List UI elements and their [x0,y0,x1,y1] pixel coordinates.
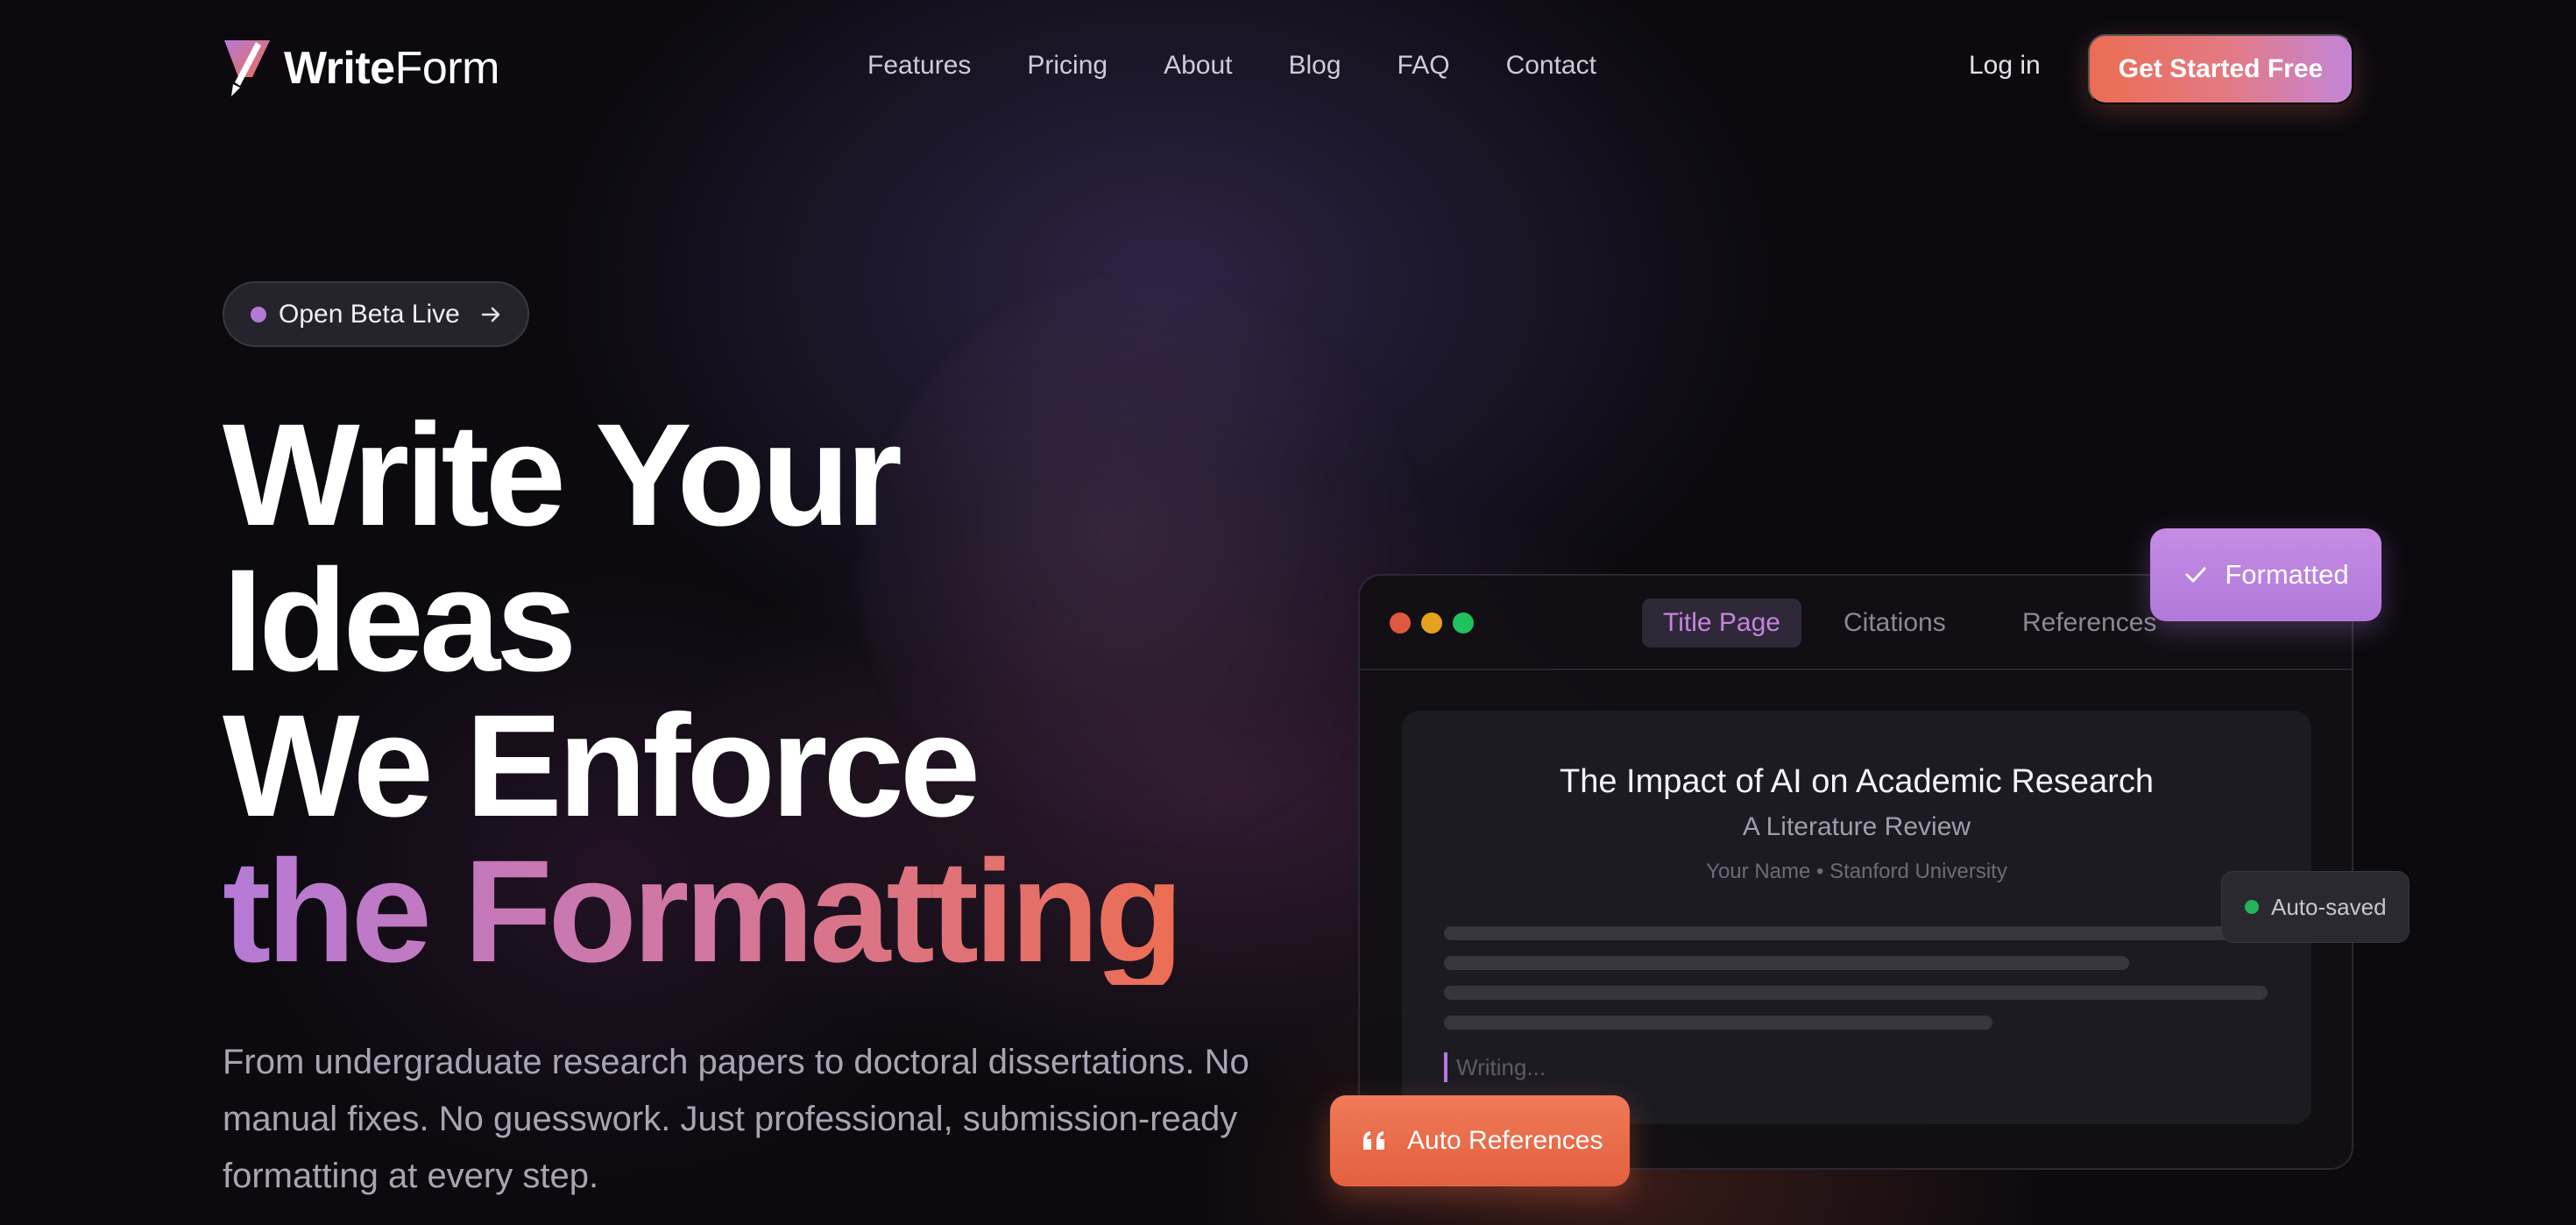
window-close-dot [1390,612,1411,634]
headline-line-3: We Enforce [223,685,980,847]
autosaved-chip: Auto-saved [2221,871,2410,943]
quill-icon [224,40,270,96]
top-navbar: WriteForm Features Pricing About Blog FA… [0,0,2576,140]
status-dot [2245,900,2259,914]
window-maximize-dot [1453,612,1474,634]
tab-title-page[interactable]: Title Page [1642,598,1801,648]
open-beta-badge[interactable]: Open Beta Live [223,281,529,347]
writing-placeholder: Writing... [1456,1053,1546,1080]
headline-line-2: Ideas [223,540,577,702]
text-caret [1444,1052,1447,1082]
autosaved-label: Auto-saved [2271,893,2387,920]
nav-link-blog[interactable]: Blog [1289,51,1341,81]
login-link[interactable]: Log in [1969,51,2041,81]
text-placeholder-line [1444,986,2268,1000]
check-icon [2185,567,2206,583]
text-placeholder-line [1444,926,2268,940]
nav-link-about[interactable]: About [1164,51,1232,81]
formatted-label: Formatted [2225,559,2349,590]
document-author: Your Name • Stanford University [1706,860,2007,883]
document-subtitle: A Literature Review [1742,812,1971,841]
window-minimize-dot [1421,612,1442,634]
headline-line-4: the Formatting [223,831,1184,993]
tab-references[interactable]: References [2022,598,2156,648]
nav-links: Features Pricing About Blog FAQ Contact [867,51,1652,81]
hero-headline: Write Your Ideas We Enforce the Formatti… [223,394,1184,993]
arrow-right-icon [481,307,500,322]
logo-text: WriteForm [284,42,499,95]
text-placeholder-line [1444,956,2129,970]
tab-citations[interactable]: Citations [1844,598,1946,648]
writing-cursor-area[interactable]: Writing... [1444,1052,1546,1082]
nav-link-pricing[interactable]: Pricing [1027,51,1108,81]
badge-label: Open Beta Live [279,299,460,329]
nav-link-features[interactable]: Features [867,51,971,81]
nav-link-contact[interactable]: Contact [1506,51,1596,81]
status-dot [251,306,266,322]
editor-preview-window: Title Page Citations References The Impa… [1358,574,2353,1170]
logo[interactable]: WriteForm [223,39,499,98]
text-placeholder-line [1444,1016,1992,1030]
auto-references-label: Auto References [1407,1126,1603,1155]
headline-line-1: Write Your [223,394,902,556]
document-preview: The Impact of AI on Academic Research A … [1402,711,2311,1124]
document-title: The Impact of AI on Academic Research [1559,763,2154,800]
hero-subtitle: From undergraduate research papers to do… [223,1043,1249,1195]
get-started-button[interactable]: Get Started Free [2088,34,2353,104]
auto-references-chip: Auto References [1330,1095,1630,1186]
nav-link-faq[interactable]: FAQ [1398,51,1450,81]
logo-text-light: Form [394,43,500,94]
formatted-chip: Formatted [2150,528,2381,621]
quote-icon [1363,1131,1384,1150]
logo-text-bold: Write [284,43,395,94]
